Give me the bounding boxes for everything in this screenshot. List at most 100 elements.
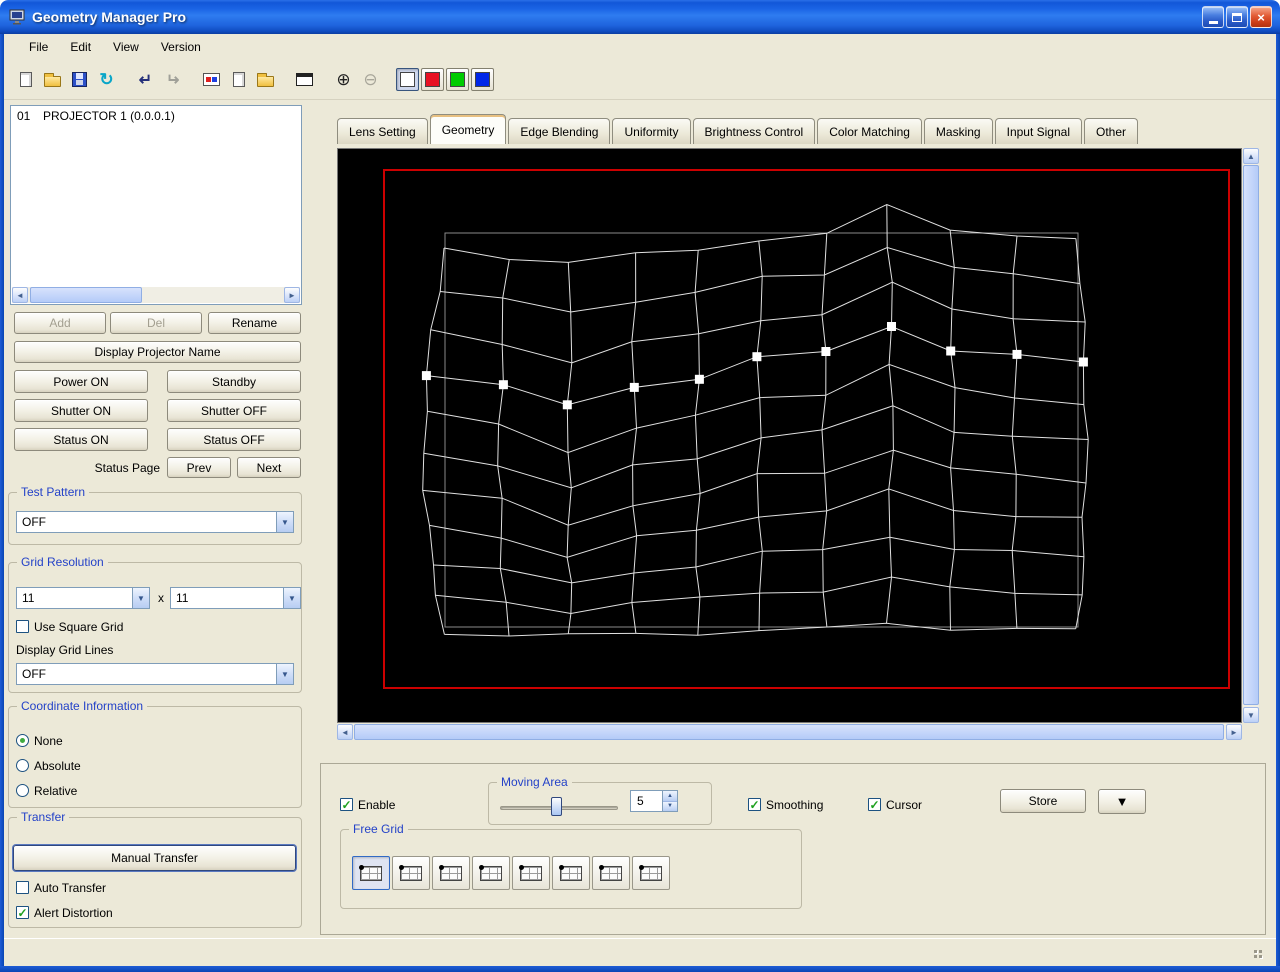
enable-checkbox[interactable]: ✓ xyxy=(340,798,353,811)
tab-geometry[interactable]: Geometry xyxy=(429,114,507,144)
grid-control-handle[interactable] xyxy=(887,322,896,331)
auto-transfer-checkbox[interactable] xyxy=(16,881,29,894)
refresh-button[interactable]: ↻ xyxy=(93,66,120,93)
chevron-down-icon[interactable]: ▼ xyxy=(276,664,293,684)
tab-edge-blending[interactable]: Edge Blending xyxy=(508,118,611,144)
scrollbar-thumb[interactable] xyxy=(1243,165,1259,705)
grid-control-handle[interactable] xyxy=(946,346,956,356)
spin-up-icon[interactable]: ▲ xyxy=(663,791,677,802)
smoothing-checkbox[interactable]: ✓ xyxy=(748,798,761,811)
grid-control-handle[interactable] xyxy=(562,400,572,410)
grid-control-handle[interactable] xyxy=(421,371,431,381)
color-swatch-red-button[interactable] xyxy=(421,68,444,91)
projector-id-button[interactable] xyxy=(198,66,225,93)
scroll-left-icon[interactable]: ◄ xyxy=(12,287,28,303)
display-projector-name-button[interactable]: Display Projector Name xyxy=(14,341,301,363)
color-swatch-blue-button[interactable] xyxy=(471,68,494,91)
menu-view[interactable]: View xyxy=(102,36,150,58)
scroll-left-icon[interactable]: ◄ xyxy=(337,724,353,740)
new-file-button[interactable] xyxy=(12,66,39,93)
tab-uniformity[interactable]: Uniformity xyxy=(612,118,691,144)
grid-resolution-h-select[interactable]: 11 ▼ xyxy=(16,587,150,609)
undo-button[interactable]: ↵ xyxy=(132,66,159,93)
status-off-button[interactable]: Status OFF xyxy=(167,428,301,451)
projector-list-hscrollbar[interactable]: ◄ ► xyxy=(12,287,300,303)
scrollbar-thumb[interactable] xyxy=(30,287,142,303)
minimize-button[interactable] xyxy=(1202,6,1224,28)
free-grid-mode-5-button[interactable] xyxy=(512,856,550,890)
grid-control-handle[interactable] xyxy=(752,352,762,362)
open-profile-button[interactable] xyxy=(252,66,279,93)
shutter-on-button[interactable]: Shutter ON xyxy=(14,399,148,422)
scrollbar-thumb[interactable] xyxy=(354,724,1224,740)
rename-button[interactable]: Rename xyxy=(208,312,301,334)
coordinate-none-radio[interactable] xyxy=(16,734,29,747)
chevron-down-icon[interactable]: ▼ xyxy=(132,588,149,608)
tab-brightness-control[interactable]: Brightness Control xyxy=(692,118,816,144)
color-swatch-white-button[interactable] xyxy=(396,68,419,91)
zoom-in-button[interactable]: ⊕ xyxy=(330,66,357,93)
store-button[interactable]: Store xyxy=(1000,789,1086,813)
free-grid-mode-6-button[interactable] xyxy=(552,856,590,890)
coordinate-absolute-radio[interactable] xyxy=(16,759,29,772)
tab-color-matching[interactable]: Color Matching xyxy=(817,118,922,144)
free-grid-mode-4-button[interactable] xyxy=(472,856,510,890)
maximize-button[interactable] xyxy=(1226,6,1248,28)
canvas-vscrollbar[interactable]: ▲ ▼ xyxy=(1243,148,1259,723)
grid-control-handle[interactable] xyxy=(498,380,508,390)
alert-distortion-checkbox[interactable]: ✓ xyxy=(16,906,29,919)
moving-area-slider-thumb[interactable] xyxy=(551,797,562,816)
projector-list[interactable]: 01 PROJECTOR 1 (0.0.0.1) ◄ ► xyxy=(10,105,302,305)
free-grid-mode-1-button[interactable] xyxy=(352,856,390,890)
tab-masking[interactable]: Masking xyxy=(923,118,993,144)
prev-button[interactable]: Prev xyxy=(167,457,231,478)
grid-control-handle[interactable] xyxy=(629,382,639,392)
list-item[interactable]: 01 PROJECTOR 1 (0.0.0.1) xyxy=(11,106,301,126)
standby-button[interactable]: Standby xyxy=(167,370,301,393)
test-pattern-select[interactable]: OFF ▼ xyxy=(16,511,294,533)
grid-mesh[interactable] xyxy=(338,149,1241,722)
free-grid-mode-2-button[interactable] xyxy=(392,856,430,890)
menu-edit[interactable]: Edit xyxy=(59,36,102,58)
free-grid-mode-3-button[interactable] xyxy=(432,856,470,890)
store-dropdown-button[interactable]: ▼ xyxy=(1098,789,1146,814)
next-button[interactable]: Next xyxy=(237,457,301,478)
grid-control-handle[interactable] xyxy=(821,347,831,356)
tab-input-signal[interactable]: Input Signal xyxy=(994,118,1082,144)
grid-control-handle[interactable] xyxy=(1012,349,1022,359)
status-on-button[interactable]: Status ON xyxy=(14,428,148,451)
scroll-right-icon[interactable]: ► xyxy=(284,287,300,303)
grid-resolution-v-select[interactable]: 11 ▼ xyxy=(170,587,301,609)
open-file-button[interactable] xyxy=(39,66,66,93)
use-square-grid-checkbox[interactable] xyxy=(16,620,29,633)
spin-down-icon[interactable]: ▼ xyxy=(663,801,677,811)
free-grid-mode-8-button[interactable] xyxy=(632,856,670,890)
zoom-out-button[interactable]: ⊖ xyxy=(357,66,384,93)
redo-button[interactable]: ↵ xyxy=(159,66,186,93)
grid-control-handle[interactable] xyxy=(694,374,704,384)
cursor-checkbox[interactable]: ✓ xyxy=(868,798,881,811)
scroll-up-icon[interactable]: ▲ xyxy=(1243,148,1259,164)
resize-grip[interactable] xyxy=(1254,950,1257,953)
tab-lens-setting[interactable]: Lens Setting xyxy=(337,118,428,144)
close-button[interactable]: × xyxy=(1250,6,1272,28)
window-layout-button[interactable] xyxy=(291,66,318,93)
scroll-down-icon[interactable]: ▼ xyxy=(1243,707,1259,723)
tab-other[interactable]: Other xyxy=(1084,118,1139,144)
menu-file[interactable]: File xyxy=(18,36,59,58)
coordinate-relative-radio[interactable] xyxy=(16,784,29,797)
manual-transfer-button[interactable]: Manual Transfer xyxy=(13,845,296,871)
display-grid-lines-select[interactable]: OFF ▼ xyxy=(16,663,294,685)
shutter-off-button[interactable]: Shutter OFF xyxy=(167,399,301,422)
geometry-canvas[interactable] xyxy=(337,148,1242,723)
menu-version[interactable]: Version xyxy=(150,36,212,58)
new-profile-button[interactable] xyxy=(225,66,252,93)
scroll-right-icon[interactable]: ► xyxy=(1226,724,1242,740)
add-button[interactable]: Add xyxy=(14,312,106,334)
grid-control-handle[interactable] xyxy=(1078,357,1088,367)
canvas-hscrollbar[interactable]: ◄ ► xyxy=(337,724,1242,740)
chevron-down-icon[interactable]: ▼ xyxy=(276,512,293,532)
moving-area-spinner[interactable]: 5 ▲ ▼ xyxy=(630,790,678,812)
chevron-down-icon[interactable]: ▼ xyxy=(283,588,300,608)
color-swatch-green-button[interactable] xyxy=(446,68,469,91)
